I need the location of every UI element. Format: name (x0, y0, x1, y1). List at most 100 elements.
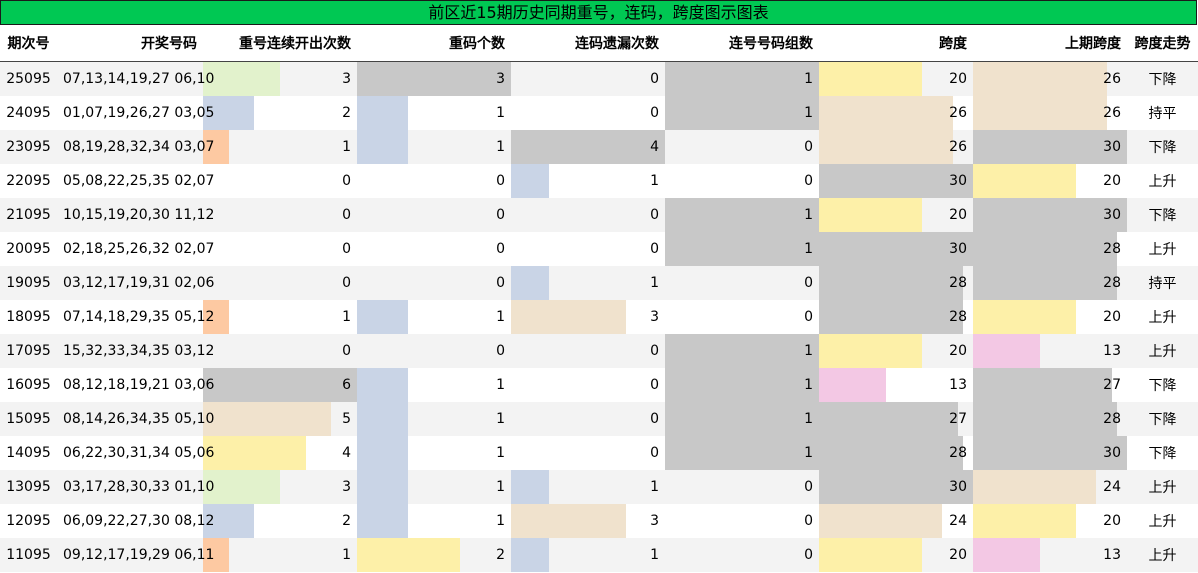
cell-draw-numbers: 07,14,18,29,35 05,12 (57, 300, 214, 334)
data-bar (511, 300, 626, 334)
cell-prev-span: 30 (973, 436, 1127, 470)
cell-repeat-streak: 3 (203, 61, 357, 96)
cell-draw-numbers-value: 03,12,17,19,31 02,06 (63, 275, 215, 291)
cell-prev-span-value: 30 (1103, 139, 1121, 155)
data-bar (973, 368, 1112, 402)
data-bar (973, 504, 1076, 538)
cell-consecutive-groups-value: 0 (804, 513, 813, 529)
table-row: 14095 06,22,30,31,34 05,06 4 1 0 1 28 30 下降 (0, 436, 1198, 470)
cell-repeat-count: 2 (357, 538, 511, 572)
cell-consecutive-groups: 1 (665, 436, 819, 470)
cell-span-trend: 下降 (1127, 368, 1198, 402)
data-bar (665, 402, 819, 436)
cell-consecutive-groups-value: 1 (804, 377, 813, 393)
cell-span: 20 (819, 198, 973, 232)
table-row: 23095 08,19,28,32,34 03,07 1 1 4 0 26 30 下降 (0, 130, 1198, 164)
cell-consecutive-groups: 1 (665, 334, 819, 368)
cell-span-trend-value: 下降 (1148, 378, 1177, 394)
cell-prev-span-value: 28 (1103, 411, 1121, 427)
cell-prev-span-value: 26 (1103, 105, 1121, 121)
header-span-trend: 跨度走势 (1127, 25, 1198, 62)
cell-issue: 11095 (0, 538, 57, 572)
cell-span: 30 (819, 232, 973, 266)
cell-prev-span-value: 30 (1103, 207, 1121, 223)
data-bar (819, 368, 886, 402)
data-bar (819, 130, 953, 164)
cell-issue-value: 15095 (6, 411, 51, 427)
cell-consecutive-groups-value: 1 (804, 445, 813, 461)
table-row: 13095 03,17,28,30,33 01,10 3 1 1 0 30 24 上升 (0, 470, 1198, 504)
cell-prev-span: 28 (973, 266, 1127, 300)
cell-repeat-streak: 1 (203, 300, 357, 334)
cell-repeat-count: 1 (357, 504, 511, 538)
cell-consecutive-miss: 1 (511, 164, 665, 198)
data-bar (973, 96, 1107, 130)
cell-repeat-streak: 0 (203, 232, 357, 266)
cell-repeat-count-value: 1 (496, 309, 505, 325)
cell-draw-numbers-value: 06,22,30,31,34 05,06 (63, 445, 215, 461)
cell-issue: 24095 (0, 96, 57, 130)
data-bar (665, 436, 819, 470)
cell-repeat-count: 1 (357, 436, 511, 470)
cell-repeat-streak: 1 (203, 538, 357, 572)
cell-repeat-count-value: 1 (496, 445, 505, 461)
cell-consecutive-groups: 0 (665, 470, 819, 504)
cell-span-trend-value: 上升 (1148, 344, 1177, 360)
data-bar (203, 436, 306, 470)
header-consecutive-groups: 连号号码组数 (665, 25, 819, 62)
cell-consecutive-groups-value: 1 (804, 343, 813, 359)
cell-span-value: 24 (949, 513, 967, 529)
cell-span-trend-value: 下降 (1148, 446, 1177, 462)
cell-span-trend: 下降 (1127, 436, 1198, 470)
data-bar (203, 470, 280, 504)
cell-issue: 23095 (0, 130, 57, 164)
cell-consecutive-groups-value: 1 (804, 411, 813, 427)
cell-prev-span-value: 26 (1103, 71, 1121, 87)
cell-issue: 18095 (0, 300, 57, 334)
cell-span-trend-value: 下降 (1148, 208, 1177, 224)
cell-consecutive-groups: 0 (665, 164, 819, 198)
cell-consecutive-groups: 0 (665, 300, 819, 334)
cell-span-value: 20 (949, 343, 967, 359)
cell-consecutive-miss-value: 1 (650, 275, 659, 291)
cell-repeat-streak-value: 6 (342, 377, 351, 393)
data-bar (665, 96, 819, 130)
data-bar (973, 62, 1107, 96)
data-bar (973, 300, 1076, 334)
cell-span-trend: 上升 (1127, 470, 1198, 504)
cell-consecutive-groups: 1 (665, 402, 819, 436)
cell-prev-span: 20 (973, 504, 1127, 538)
cell-draw-numbers: 08,14,26,34,35 05,10 (57, 402, 214, 436)
header-consecutive-miss: 连码遗漏次数 (511, 25, 665, 62)
data-bar (357, 130, 408, 164)
cell-draw-numbers-value: 07,13,14,19,27 06,10 (63, 71, 215, 87)
cell-draw-numbers: 02,18,25,26,32 02,07 (57, 232, 214, 266)
cell-span-value: 20 (949, 547, 967, 563)
cell-repeat-count: 0 (357, 266, 511, 300)
cell-draw-numbers: 06,22,30,31,34 05,06 (57, 436, 214, 470)
cell-span-trend-value: 上升 (1148, 310, 1177, 326)
cell-span-trend: 持平 (1127, 266, 1198, 300)
cell-consecutive-groups-value: 0 (804, 479, 813, 495)
cell-span-value: 26 (949, 105, 967, 121)
cell-consecutive-groups: 0 (665, 504, 819, 538)
cell-consecutive-miss-value: 0 (650, 377, 659, 393)
data-bar (665, 198, 819, 232)
cell-span-trend-value: 上升 (1148, 242, 1177, 258)
cell-consecutive-miss-value: 0 (650, 445, 659, 461)
cell-consecutive-groups: 1 (665, 96, 819, 130)
cell-consecutive-groups: 0 (665, 538, 819, 572)
cell-draw-numbers-value: 10,15,19,20,30 11,12 (63, 207, 215, 223)
table-row: 24095 01,07,19,26,27 03,05 2 1 0 1 26 26 持平 (0, 96, 1198, 130)
data-bar (357, 436, 408, 470)
cell-prev-span: 20 (973, 164, 1127, 198)
cell-consecutive-miss: 3 (511, 300, 665, 334)
cell-span-trend: 下降 (1127, 198, 1198, 232)
cell-repeat-streak-value: 3 (342, 71, 351, 87)
cell-repeat-streak: 5 (203, 402, 357, 436)
cell-repeat-count-value: 0 (496, 343, 505, 359)
cell-repeat-count: 0 (357, 164, 511, 198)
data-bar (665, 62, 819, 96)
cell-repeat-streak-value: 3 (342, 479, 351, 495)
cell-span: 28 (819, 436, 973, 470)
